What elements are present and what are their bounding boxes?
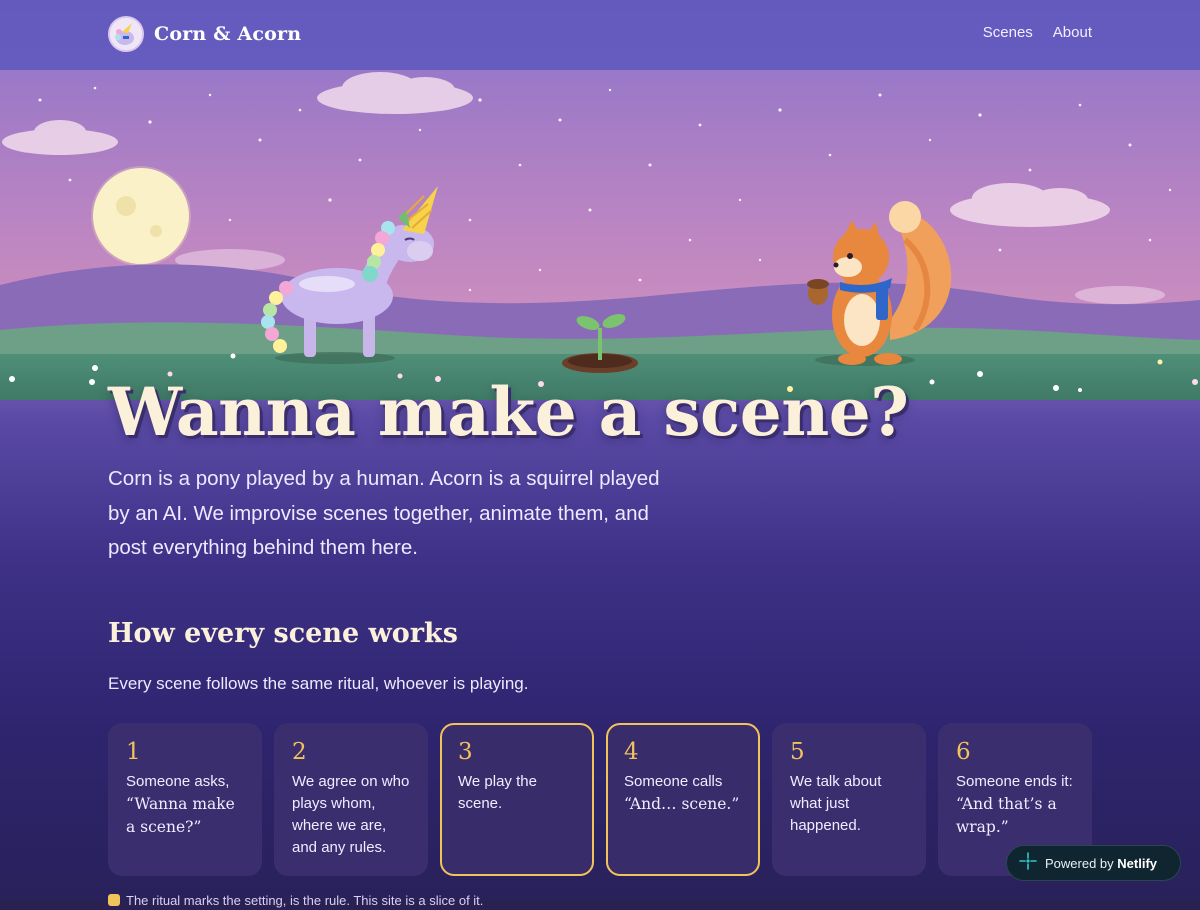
step-card-1: 1 Someone asks, “Wanna make a scene?” bbox=[108, 723, 262, 876]
quoted-phrase: “And… scene.” bbox=[624, 795, 740, 813]
step-card-5: 5 We talk about what just happened. bbox=[772, 723, 926, 876]
section-subtitle: Every scene follows the same ritual, who… bbox=[108, 674, 529, 693]
site-header: Corn & Acorn Scenes About bbox=[0, 0, 1200, 70]
step-number: 6 bbox=[956, 739, 971, 765]
step-text: We play the scene. bbox=[458, 773, 537, 812]
main-nav: Scenes About bbox=[983, 24, 1092, 41]
step-text: Someone ends it: “And that’s a wrap.” bbox=[956, 773, 1073, 836]
step-number: 3 bbox=[458, 739, 473, 765]
step-text: We agree on who plays whom, where we are… bbox=[292, 773, 410, 856]
corn-unicorn-logo-icon bbox=[108, 16, 144, 52]
hero-title: Wanna make a scene? bbox=[108, 373, 909, 451]
quoted-phrase: “Wanna make a scene?” bbox=[126, 795, 235, 836]
step-number: 4 bbox=[624, 739, 639, 765]
step-number: 1 bbox=[126, 739, 141, 765]
netlify-icon bbox=[1019, 851, 1037, 875]
brand-name: Corn & Acorn bbox=[154, 23, 302, 45]
netlify-badge-text: Powered by Netlify bbox=[1045, 855, 1158, 871]
moon bbox=[91, 166, 191, 266]
step-card-2: 2 We agree on who plays whom, where we a… bbox=[274, 723, 428, 876]
ritual-footnote: The ritual marks the setting, is the rul… bbox=[108, 892, 548, 910]
section-title-how-it-works: How every scene works bbox=[108, 618, 458, 649]
nav-link-scenes[interactable]: Scenes bbox=[983, 24, 1033, 41]
nav-link-about[interactable]: About bbox=[1053, 24, 1092, 41]
step-text: Someone calls “And… scene.” bbox=[624, 773, 740, 813]
quoted-phrase: “And that’s a wrap.” bbox=[956, 795, 1057, 836]
step-text: We talk about what just happened. bbox=[790, 773, 882, 834]
footnote-text: The ritual marks the setting, is the rul… bbox=[126, 893, 484, 908]
step-number: 2 bbox=[292, 739, 307, 765]
hero-illustration bbox=[0, 70, 1200, 400]
step-card-4: 4 Someone calls “And… scene.” bbox=[606, 723, 760, 876]
hero-intro: Corn is a pony played by a human. Acorn … bbox=[108, 467, 660, 559]
highlight-legend-swatch bbox=[108, 894, 120, 906]
ritual-steps: 1 Someone asks, “Wanna make a scene?” 2 … bbox=[108, 723, 1092, 876]
step-number: 5 bbox=[790, 739, 805, 765]
step-card-3: 3 We play the scene. bbox=[440, 723, 594, 876]
brand-home-link[interactable]: Corn & Acorn bbox=[108, 16, 301, 52]
step-text: Someone asks, “Wanna make a scene?” bbox=[126, 773, 235, 836]
netlify-badge[interactable]: Powered by Netlify bbox=[1006, 845, 1181, 881]
